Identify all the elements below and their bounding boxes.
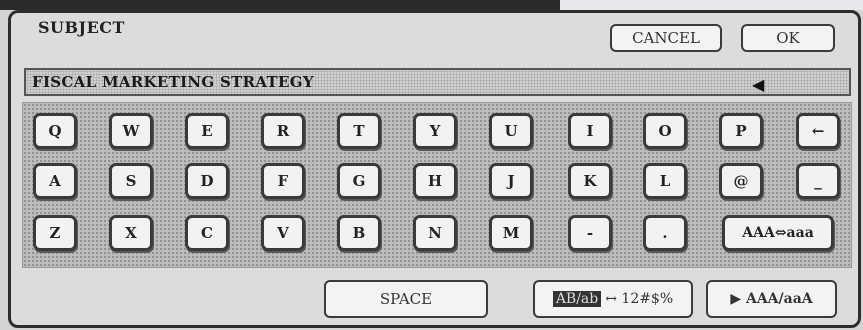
mode-rest-label: ↔ 12#$% (605, 291, 674, 307)
key-g[interactable]: G (337, 163, 381, 199)
key-period[interactable]: . (643, 215, 687, 251)
key-a[interactable]: A (33, 163, 77, 199)
key-j[interactable]: J (489, 163, 533, 199)
key-b[interactable]: B (337, 215, 381, 251)
mode-active-label: AB/ab (552, 291, 602, 307)
key-y[interactable]: Y (413, 113, 457, 149)
backspace-key[interactable]: ← (796, 113, 840, 149)
subject-input[interactable]: FISCAL MARKETING STRATEGY ◀ (24, 68, 851, 96)
key-f[interactable]: F (261, 163, 305, 199)
key-d[interactable]: D (185, 163, 229, 199)
key-o[interactable]: O (643, 113, 687, 149)
key-m[interactable]: M (489, 215, 533, 251)
key-s[interactable]: S (109, 163, 153, 199)
cancel-button[interactable]: CANCEL (610, 24, 722, 52)
case-toggle-key[interactable]: AAA⇔aaa (722, 215, 834, 251)
key-e[interactable]: E (185, 113, 229, 149)
key-z[interactable]: Z (33, 215, 77, 251)
key-w[interactable]: W (109, 113, 153, 149)
key-x[interactable]: X (109, 215, 153, 251)
case-mode-button[interactable]: ▶ AAA/aaA (706, 280, 837, 318)
mode-toggle-button[interactable]: AB/ab ↔ 12#$% (533, 280, 693, 318)
space-button[interactable]: SPACE (324, 280, 488, 318)
key-h[interactable]: H (413, 163, 457, 199)
window-top-right-area (560, 0, 863, 10)
key-i[interactable]: I (568, 113, 612, 149)
key-r[interactable]: R (261, 113, 305, 149)
key-hyphen[interactable]: - (568, 215, 612, 251)
cursor-icon: ◀ (752, 75, 765, 94)
key-at[interactable]: @ (719, 163, 763, 199)
key-c[interactable]: C (185, 215, 229, 251)
key-p[interactable]: P (719, 113, 763, 149)
key-t[interactable]: T (337, 113, 381, 149)
key-l[interactable]: L (643, 163, 687, 199)
subject-input-value: FISCAL MARKETING STRATEGY (32, 73, 314, 91)
key-underscore[interactable]: _ (796, 163, 840, 199)
window-top-edge (0, 0, 563, 10)
key-u[interactable]: U (489, 113, 533, 149)
dialog-title: SUBJECT (38, 18, 125, 37)
key-n[interactable]: N (413, 215, 457, 251)
ok-button[interactable]: OK (741, 24, 835, 52)
key-q[interactable]: Q (33, 113, 77, 149)
key-v[interactable]: V (261, 215, 305, 251)
key-k[interactable]: K (568, 163, 612, 199)
